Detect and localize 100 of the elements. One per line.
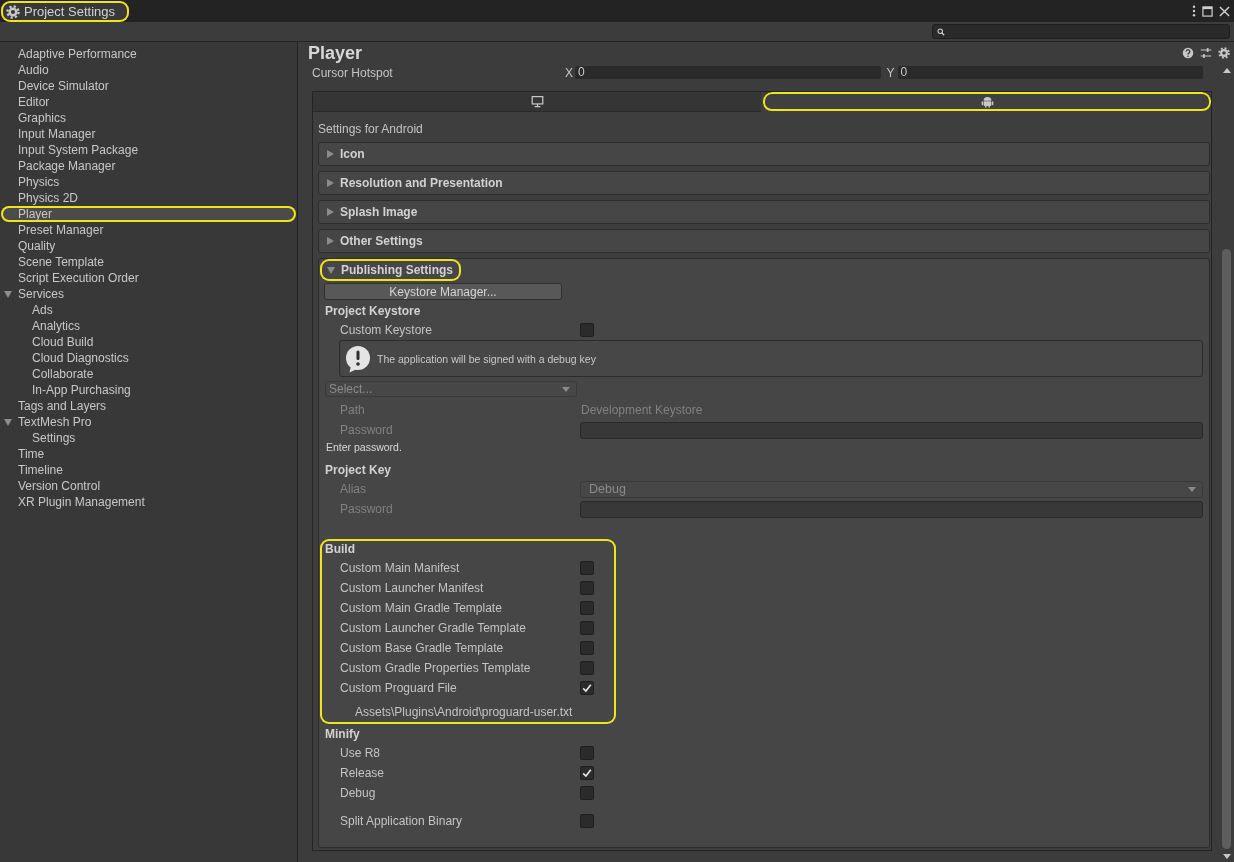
field-label: Path [340,403,365,417]
checkbox[interactable] [580,746,594,760]
caret-down-icon[interactable] [4,290,12,298]
field-label: Debug [340,786,376,800]
sidebar-item[interactable]: Input Manager [1,126,296,142]
axis-label: Y [886,65,896,80]
check-icon [582,768,592,778]
hint-text: Enter password. [325,440,403,454]
field-label: Release [340,766,385,780]
foldout-toggle[interactable]: Splash Image [320,201,426,223]
check-icon [582,683,592,693]
sidebar-item[interactable]: Physics 2D [1,190,296,206]
sidebar-item[interactable]: Ads [1,302,296,318]
password-field[interactable] [580,500,1203,518]
sidebar-item[interactable]: Script Execution Order [1,270,296,286]
group-heading: Project Key [324,462,393,479]
field-value: Development Keystore [580,403,703,417]
checkbox[interactable] [580,766,594,780]
sidebar-item[interactable]: TextMesh Pro [1,414,296,430]
field-label: Custom Main Manifest [340,561,460,575]
sidebar-item[interactable]: Settings [1,430,296,446]
checkbox[interactable] [580,814,594,828]
sidebar-item[interactable]: Graphics [1,110,296,126]
keystore-manager-button[interactable]: Keystore Manager... [324,283,562,300]
field-label: Custom Launcher Manifest [340,581,484,595]
sidebar-item[interactable]: Quality [1,238,296,254]
help-icon[interactable] [1182,47,1194,59]
sidebar-item[interactable]: Device Simulator [1,78,296,94]
inspector-title: Player [308,42,363,64]
sidebar-item[interactable]: Cloud Diagnostics [1,350,296,366]
maximize-icon[interactable] [1202,5,1213,17]
field-label: Custom Proguard File [340,681,457,695]
number-field[interactable]: 0 [897,66,1203,79]
field-label: Custom Launcher Gradle Template [340,621,526,635]
foldout-toggle[interactable]: Other Settings [320,230,431,252]
scrollbar-thumb[interactable] [1222,249,1231,849]
sidebar-item[interactable]: Tags and Layers [1,398,296,414]
sidebar-item[interactable]: Analytics [1,318,296,334]
sidebar-item[interactable]: Scene Template [1,254,296,270]
gear-icon [6,4,20,19]
group-heading: Project Keystore [324,303,422,320]
sidebar-item[interactable]: XR Plugin Management [1,494,296,510]
number-field[interactable]: 0 [575,66,881,79]
sidebar-item[interactable]: Editor [1,94,296,110]
checkbox[interactable] [580,601,594,615]
checkbox[interactable] [580,786,594,800]
checkbox[interactable] [580,581,594,595]
sidebar-item[interactable]: Physics [1,174,296,190]
field-label: Custom Keystore [340,323,433,337]
checkbox[interactable] [580,621,594,635]
sidebar-item[interactable]: Version Control [1,478,296,494]
menu-icon[interactable] [1192,5,1196,17]
checkbox[interactable] [580,681,594,695]
field-label: Custom Main Gradle Template [340,601,502,615]
group-heading: Minify [324,726,361,743]
field-label: Use R8 [340,746,380,760]
settings-icon[interactable] [1218,47,1230,59]
platform-caption: Settings for Android [318,121,424,137]
caret-down-icon [1188,486,1196,492]
scroll-down-arrow-icon[interactable] [1222,854,1231,859]
axis-label: X [565,65,574,80]
checkbox[interactable] [580,641,594,655]
sidebar-item[interactable]: Services [1,286,296,302]
search-field[interactable] [932,24,1230,39]
caret-down-icon [562,386,570,392]
field-label: Custom Gradle Properties Template [340,661,531,675]
sidebar-item[interactable]: Input System Package [1,142,296,158]
field-label: Alias [340,482,366,496]
sidebar-item[interactable]: Collaborate [1,366,296,382]
sidebar-item[interactable]: Audio [1,62,296,78]
foldout-toggle[interactable]: Publishing Settings [320,259,461,281]
checkbox[interactable] [580,323,594,337]
search-icon [937,27,945,36]
sidebar-item[interactable]: Timeline [1,462,296,478]
foldout-toggle[interactable]: Resolution and Presentation [320,172,511,194]
field-label: Cursor Hotspot [312,65,393,80]
caret-down-icon[interactable] [4,418,12,426]
sidebar-item[interactable]: Adaptive Performance [1,46,296,62]
monitor-icon [530,95,544,108]
sidebar-item[interactable]: Player [1,206,296,222]
window-tab[interactable]: Project Settings [1,1,130,22]
platform-tab[interactable] [763,92,1211,112]
close-icon[interactable] [1219,5,1230,17]
sidebar-item[interactable]: Time [1,446,296,462]
alert-bubble-icon [344,344,372,373]
field-label: Split Application Binary [340,814,463,828]
scroll-up-arrow-icon[interactable] [1222,68,1231,73]
checkbox[interactable] [580,561,594,575]
sidebar-item[interactable]: Cloud Build [1,334,296,350]
file-path: Assets\Plugins\Android\proguard-user.txt [355,705,573,719]
android-icon [980,95,994,108]
sidebar-item[interactable]: Package Manager [1,158,296,174]
sidebar-item[interactable]: Preset Manager [1,222,296,238]
field-label: Custom Base Gradle Template [340,641,504,655]
foldout-toggle[interactable]: Icon [320,143,373,165]
checkbox[interactable] [580,661,594,675]
group-heading: Build [324,541,356,558]
sidebar-item[interactable]: In-App Purchasing [1,382,296,398]
sliders-icon[interactable] [1200,47,1212,59]
password-field[interactable] [580,421,1203,439]
